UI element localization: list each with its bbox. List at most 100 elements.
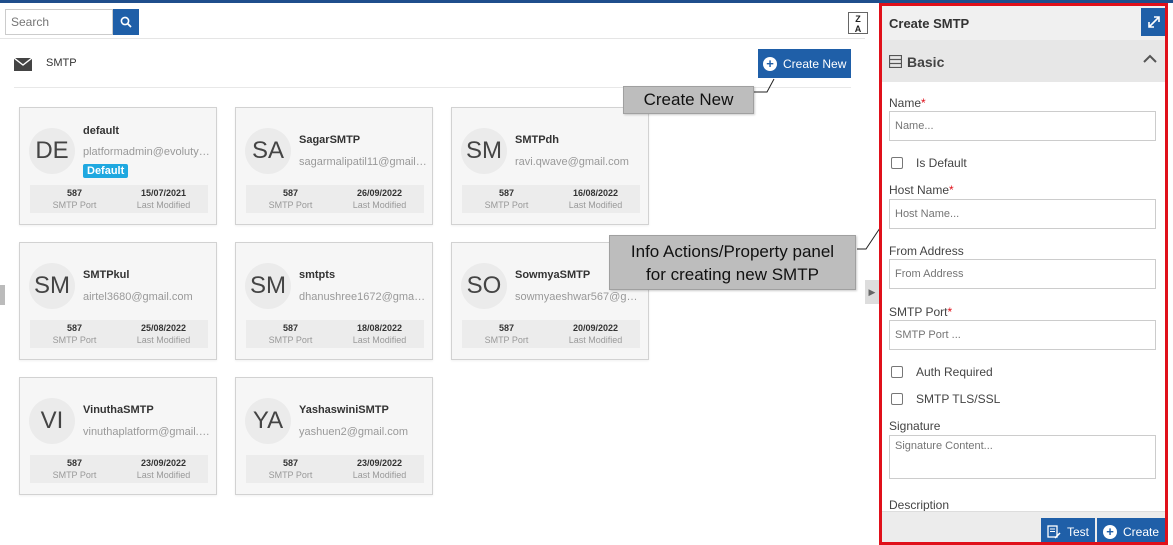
test-label: Test xyxy=(1066,525,1089,539)
create-button[interactable]: + Create xyxy=(1097,518,1165,542)
basic-section-toggle[interactable]: Basic xyxy=(882,40,1165,82)
card-name: smtpts xyxy=(299,269,336,281)
left-panel-handle[interactable] xyxy=(0,285,5,305)
card-meta: 587 SMTP Port 20/09/2022 Last Modified xyxy=(462,320,640,348)
modified-value: 26/09/2022 xyxy=(356,188,403,198)
smtp-port-field[interactable] xyxy=(889,320,1156,350)
test-button[interactable]: Test xyxy=(1041,518,1095,542)
search-button[interactable] xyxy=(113,9,139,35)
create-label: Create xyxy=(1122,525,1160,539)
card-name: default xyxy=(83,125,120,137)
callout-panel-line2: for creating new SMTP xyxy=(646,265,819,284)
card-email: vinuthaplatform@gmail.com xyxy=(83,426,211,438)
modified-value: 15/07/2021 xyxy=(140,188,187,198)
port-label: SMTP Port xyxy=(268,200,313,210)
avatar: YA xyxy=(245,398,291,444)
port-label: SMTP Port xyxy=(52,200,97,210)
smtp-card[interactable]: SM SMTPkul airtel3680@gmail.com 587 SMTP … xyxy=(19,242,217,360)
modified-value: 20/09/2022 xyxy=(572,323,619,333)
card-meta: 587 SMTP Port 18/08/2022 Last Modified xyxy=(246,320,424,348)
tls-ssl-label: SMTP TLS/SSL xyxy=(916,392,1001,406)
modified-label: Last Modified xyxy=(352,200,407,210)
panel-footer: Test + Create xyxy=(882,511,1165,542)
create-smtp-panel: Create SMTP Basic Name* Is Default Host … xyxy=(879,3,1168,545)
is-default-label: Is Default xyxy=(916,156,967,170)
panel-header: Create SMTP xyxy=(882,6,1165,40)
port-label: SMTP Port xyxy=(484,200,529,210)
modified-label: Last Modified xyxy=(568,200,623,210)
card-meta: 587 SMTP Port 15/07/2021 Last Modified xyxy=(30,185,208,213)
card-name: SMTPkul xyxy=(83,269,130,281)
card-meta: 587 SMTP Port 16/08/2022 Last Modified xyxy=(462,185,640,213)
port-label: SMTP Port xyxy=(484,335,529,345)
avatar: SO xyxy=(461,263,507,309)
card-meta: 587 SMTP Port 25/08/2022 Last Modified xyxy=(30,320,208,348)
card-email: dhanushree1672@gmail.com xyxy=(299,291,427,303)
smtp-card[interactable]: SM SMTPdh ravi.qwave@gmail.com 587 SMTP P… xyxy=(451,107,649,225)
name-field[interactable] xyxy=(889,111,1156,141)
callout-create-new: Create New xyxy=(623,86,754,114)
smtp-card[interactable]: SA SagarSMTP sagarmalipatil11@gmail.com … xyxy=(235,107,433,225)
modified-label: Last Modified xyxy=(568,335,623,345)
chevron-up-icon xyxy=(1143,54,1157,63)
port-label: SMTP Port xyxy=(268,335,313,345)
card-name: SowmyaSMTP xyxy=(515,269,591,281)
smtp-card[interactable]: VI VinuthaSMTP vinuthaplatform@gmail.com… xyxy=(19,377,217,495)
modified-label: Last Modified xyxy=(352,335,407,345)
basic-section-title: Basic xyxy=(907,54,945,70)
modified-label: Last Modified xyxy=(136,470,191,480)
port-label: SMTP Port xyxy=(52,335,97,345)
collapse-panel-handle[interactable]: ▶ xyxy=(865,280,879,304)
signature-field[interactable] xyxy=(889,435,1156,479)
smtp-card[interactable]: DE default platformadmin@evolutyz.in Def… xyxy=(19,107,217,225)
from-address-field[interactable] xyxy=(889,259,1156,289)
modified-value: 16/08/2022 xyxy=(572,188,619,198)
port-value: 587 xyxy=(282,458,299,468)
header-divider xyxy=(0,38,865,39)
default-badge: Default xyxy=(83,164,129,178)
search-input[interactable] xyxy=(5,9,113,35)
expand-button[interactable] xyxy=(1141,8,1165,36)
modified-label: Last Modified xyxy=(136,335,191,345)
panel-title: Create SMTP xyxy=(889,16,970,31)
is-default-checkbox[interactable] xyxy=(891,157,903,169)
sort-icon-bottom: A xyxy=(854,24,862,34)
host-name-field[interactable] xyxy=(889,199,1156,229)
port-value: 587 xyxy=(282,188,299,198)
modified-label: Last Modified xyxy=(352,470,407,480)
card-email: airtel3680@gmail.com xyxy=(83,291,193,303)
host-name-label: Host Name* xyxy=(889,183,954,197)
card-email: sowmyaeshwar567@gmail.com xyxy=(515,291,643,303)
card-email: yashuen2@gmail.com xyxy=(299,426,408,438)
card-name: VinuthaSMTP xyxy=(83,404,154,416)
smtp-card[interactable]: SM smtpts dhanushree1672@gmail.com 587 SM… xyxy=(235,242,433,360)
test-icon xyxy=(1047,525,1061,539)
from-address-label: From Address xyxy=(889,244,964,258)
card-meta: 587 SMTP Port 23/09/2022 Last Modified xyxy=(246,455,424,483)
card-email: ravi.qwave@gmail.com xyxy=(515,156,629,168)
auth-required-checkbox[interactable] xyxy=(891,366,903,378)
card-name: SagarSMTP xyxy=(299,134,361,146)
create-new-label: Create New xyxy=(783,56,847,71)
sort-az-button[interactable]: Z A xyxy=(848,12,868,34)
tls-ssl-checkbox[interactable] xyxy=(891,393,903,405)
port-value: 587 xyxy=(282,323,299,333)
card-meta: 587 SMTP Port 23/09/2022 Last Modified xyxy=(30,455,208,483)
mail-icon xyxy=(14,58,32,71)
expand-icon xyxy=(1148,16,1160,28)
description-label: Description xyxy=(889,498,950,512)
modified-value: 23/09/2022 xyxy=(140,458,187,468)
port-label: SMTP Port xyxy=(268,470,313,480)
section-title: SMTP xyxy=(46,57,77,69)
arrow-right-icon: ▶ xyxy=(868,286,876,297)
plus-circle-icon: + xyxy=(763,56,777,71)
port-value: 587 xyxy=(498,323,515,333)
smtp-port-label: SMTP Port* xyxy=(889,305,953,319)
avatar: SM xyxy=(29,263,75,309)
smtp-card[interactable]: YA YashaswiniSMTP yashuen2@gmail.com 587… xyxy=(235,377,433,495)
callout-panel: Info Actions/Property panel for creating… xyxy=(609,235,856,290)
card-name: YashaswiniSMTP xyxy=(299,404,389,416)
modified-value: 25/08/2022 xyxy=(140,323,187,333)
avatar: DE xyxy=(29,128,75,174)
plus-circle-icon: + xyxy=(1102,525,1117,539)
